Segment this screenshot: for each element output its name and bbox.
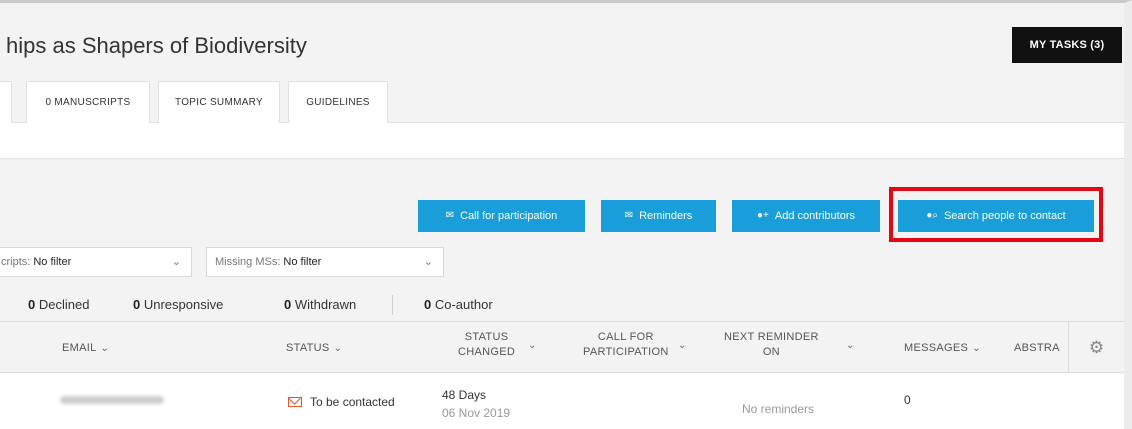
count-unresponsive[interactable]: 0 Unresponsive bbox=[133, 297, 223, 312]
column-call-for-participation[interactable]: CALL FOR PARTICIPATION bbox=[583, 330, 669, 360]
column-status-changed[interactable]: STATUS CHANGED bbox=[458, 330, 515, 360]
missing-ms-filter-label: Missing MSs: bbox=[215, 256, 281, 268]
add-person-icon: ●+ bbox=[757, 210, 769, 221]
chevron-down-icon: ⌄ bbox=[100, 343, 110, 354]
reminders-button[interactable]: ✉ Reminders bbox=[601, 200, 716, 232]
page-header: hips as Shapers of Biodiversity MY TASKS… bbox=[0, 3, 1124, 81]
tab-bar: 0 MANUSCRIPTS TOPIC SUMMARY GUIDELINES bbox=[0, 81, 1124, 123]
manuscripts-filter-value: No filter bbox=[33, 256, 72, 268]
column-abstract[interactable]: ABSTRA bbox=[1014, 342, 1066, 354]
missing-ms-filter-value: No filter bbox=[283, 256, 322, 268]
column-messages[interactable]: MESSAGES ⌄ bbox=[904, 342, 981, 354]
envelope-icon: ✉ bbox=[624, 210, 634, 221]
manuscripts-filter[interactable]: cripts: No filter ⌄ bbox=[0, 247, 192, 277]
missing-ms-filter[interactable]: Missing MSs: No filter ⌄ bbox=[206, 247, 444, 277]
email-value-redacted bbox=[60, 396, 164, 404]
messages-count: 0 bbox=[904, 393, 911, 407]
call-for-participation-button[interactable]: ✉ Call for participation bbox=[418, 200, 585, 232]
count-declined[interactable]: 0 Declined bbox=[28, 297, 89, 312]
status-changed-date: 06 Nov 2019 bbox=[442, 406, 511, 420]
status-value: To be contacted bbox=[310, 395, 395, 409]
chevron-down-icon: ⌄ bbox=[846, 340, 855, 351]
next-reminder-value: No reminders bbox=[742, 402, 815, 416]
envelope-icon: ✉ bbox=[445, 210, 455, 221]
count-withdrawn[interactable]: 0 Withdrawn bbox=[284, 297, 356, 312]
chevron-down-icon: ⌄ bbox=[528, 340, 537, 351]
reminders-label: Reminders bbox=[639, 210, 693, 222]
my-tasks-button[interactable]: MY TASKS (3) bbox=[1012, 27, 1122, 63]
chevron-down-icon: ⌄ bbox=[333, 343, 343, 354]
chevron-down-icon: ⌄ bbox=[972, 343, 981, 354]
divider bbox=[392, 295, 393, 315]
page-title: hips as Shapers of Biodiversity bbox=[6, 33, 307, 58]
add-contributors-button[interactable]: ●+ Add contributors bbox=[732, 200, 880, 232]
status-counts: 0 Declined 0 Unresponsive 0 Withdrawn 0 … bbox=[0, 291, 1124, 321]
status-cell: To be contacted bbox=[288, 395, 395, 409]
column-next-reminder[interactable]: NEXT REMINDER ON bbox=[724, 330, 819, 360]
chevron-down-icon: ⌄ bbox=[171, 256, 181, 268]
tab-topic-summary[interactable]: TOPIC SUMMARY bbox=[158, 81, 280, 123]
table-header: EMAIL ⌄ STATUS ⌄ STATUS CHANGED ⌄ CALL FOR… bbox=[0, 321, 1124, 374]
tab-guidelines[interactable]: GUIDELINES bbox=[288, 81, 388, 123]
app-window: hips as Shapers of Biodiversity MY TASKS… bbox=[0, 0, 1132, 429]
highlight-box bbox=[889, 187, 1103, 242]
chevron-down-icon: ⌄ bbox=[423, 256, 433, 268]
status-changed-days: 48 Days bbox=[442, 388, 487, 402]
envelope-icon bbox=[288, 397, 302, 407]
table-row[interactable]: To be contacted 48 Days 06 Nov 2019 No r… bbox=[0, 373, 1124, 429]
add-contributors-label: Add contributors bbox=[774, 210, 855, 222]
tab-manuscripts[interactable]: 0 MANUSCRIPTS bbox=[26, 81, 150, 123]
count-co-author[interactable]: 0 Co-author bbox=[424, 297, 493, 312]
manuscripts-filter-label: cripts: bbox=[1, 256, 31, 268]
chevron-down-icon: ⌄ bbox=[678, 340, 687, 351]
call-for-participation-label: Call for participation bbox=[460, 210, 558, 222]
column-email[interactable]: EMAIL ⌄ bbox=[62, 342, 109, 354]
gear-icon[interactable]: ⚙ bbox=[1068, 322, 1124, 374]
tab-partial[interactable] bbox=[0, 81, 12, 123]
column-status[interactable]: STATUS ⌄ bbox=[286, 342, 342, 354]
